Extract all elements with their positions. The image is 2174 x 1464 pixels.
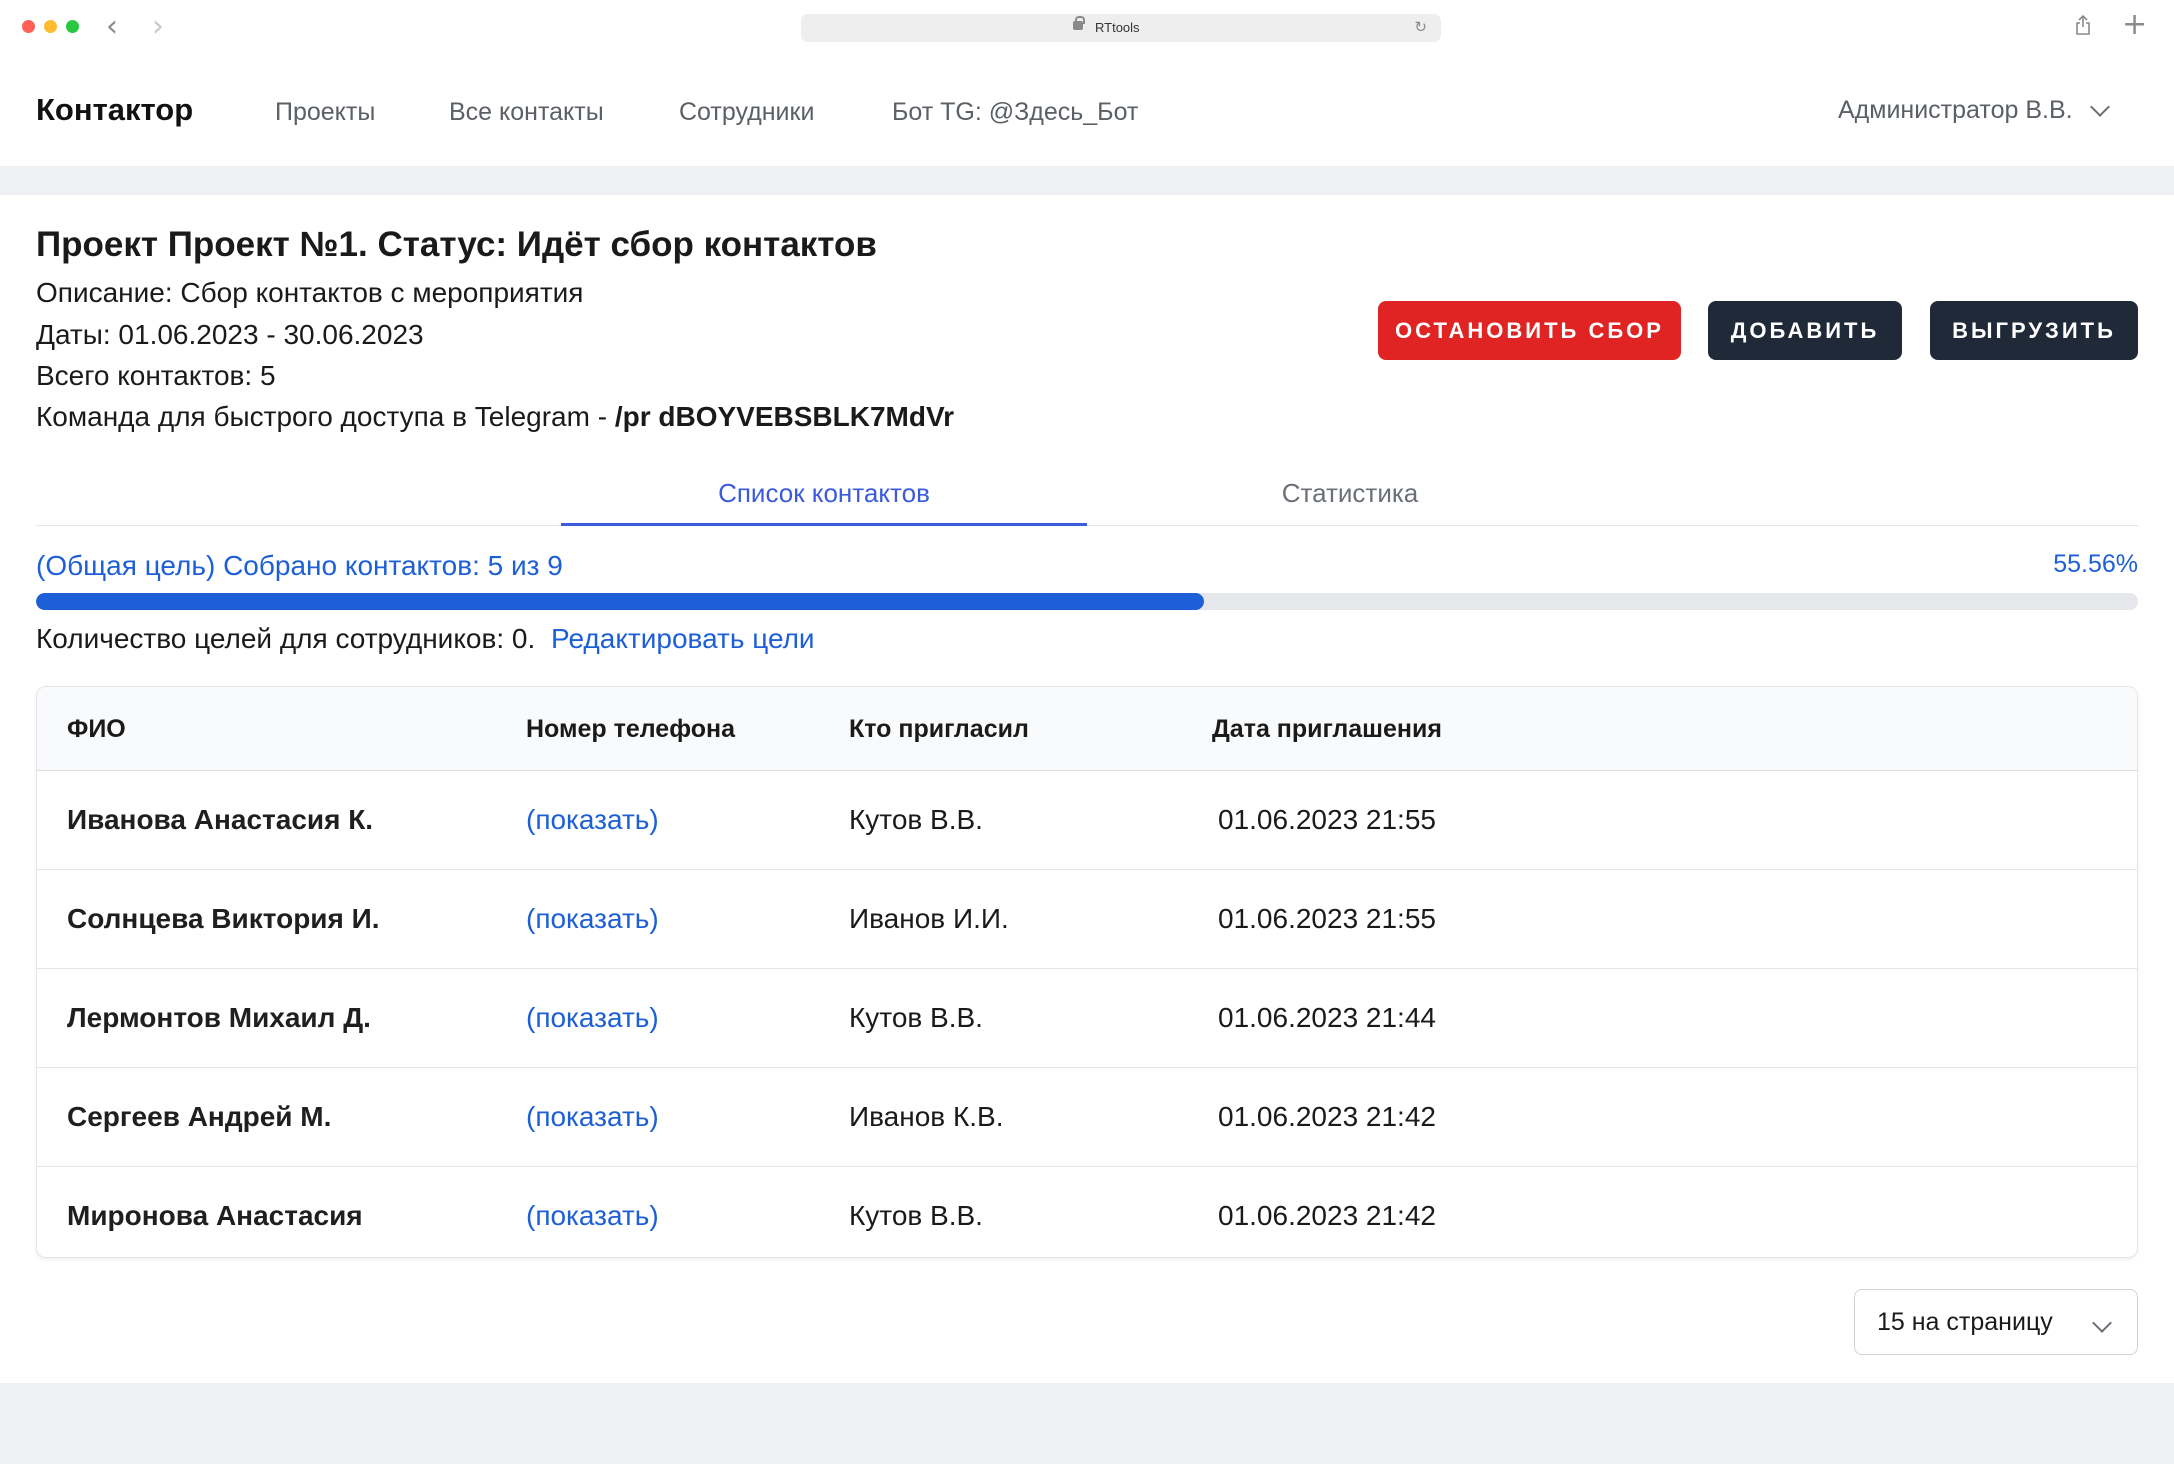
telegram-command-label: Команда для быстрого доступа в Telegram …: [36, 401, 615, 432]
reload-icon[interactable]: ↻: [1414, 18, 1427, 36]
share-icon[interactable]: [2075, 14, 2091, 36]
tab-bar: Список контактов Статистика: [36, 470, 2138, 526]
nav-telegram-bot[interactable]: Бот TG: @Здесь_Бот: [892, 98, 1138, 127]
employee-goals-line: Количество целей для сотрудников: 0. Ред…: [36, 623, 815, 655]
table-row[interactable]: Иванова Анастасия К. (показать) Кутов В.…: [37, 772, 2137, 870]
per-page-value: 15 на страницу: [1877, 1307, 2053, 1336]
show-phone-link[interactable]: (показать): [526, 1200, 659, 1232]
column-header-name[interactable]: ФИО: [67, 715, 126, 744]
goal-progress-percent: 55.56%: [2053, 550, 2138, 578]
project-description: Описание: Сбор контактов с мероприятия: [36, 277, 584, 308]
stop-collection-button[interactable]: ОСТАНОВИТЬ СБОР: [1378, 301, 1681, 360]
telegram-command-line: Команда для быстрого доступа в Telegram …: [36, 401, 954, 433]
contact-date: 01.06.2023 21:55: [1218, 903, 1436, 934]
brand-logo[interactable]: Контактор: [36, 92, 193, 128]
app-header: Контактор Проекты Все контакты Сотрудник…: [0, 56, 2174, 166]
contact-name: Солнцева Виктория И.: [67, 903, 380, 934]
add-button[interactable]: ДОБАВИТЬ: [1708, 301, 1902, 360]
lock-icon: [1073, 16, 1085, 30]
new-tab-plus-icon[interactable]: +: [2122, 8, 2147, 42]
forward-arrow-icon[interactable]: ›: [152, 10, 164, 44]
export-button[interactable]: ВЫГРУЗИТЬ: [1930, 301, 2138, 360]
contact-inviter: Иванов И.И.: [849, 903, 1009, 934]
chevron-down-icon: [2089, 96, 2110, 117]
project-card: Проект Проект №1. Статус: Идёт сбор конт…: [0, 195, 2174, 1383]
nav-all-contacts[interactable]: Все контакты: [449, 98, 604, 127]
goal-progress-fill: [36, 593, 1204, 610]
contact-name: Лермонтов Михаил Д.: [67, 1002, 371, 1033]
zoom-window-button[interactable]: [66, 20, 79, 33]
per-page-select[interactable]: 15 на страницу: [1854, 1289, 2138, 1355]
contact-date: 01.06.2023 21:42: [1218, 1200, 1436, 1231]
nav-projects[interactable]: Проекты: [275, 98, 375, 127]
contact-date: 01.06.2023 21:44: [1218, 1002, 1436, 1033]
table-row[interactable]: Миронова Анастасия (показать) Кутов В.В.…: [37, 1168, 2137, 1257]
back-arrow-icon[interactable]: ‹: [106, 10, 118, 44]
nav-employees[interactable]: Сотрудники: [679, 98, 814, 127]
show-phone-link[interactable]: (показать): [526, 804, 659, 836]
edit-goals-link[interactable]: Редактировать цели: [551, 623, 815, 654]
address-bar[interactable]: RTtools ↻: [801, 14, 1441, 42]
contact-date: 01.06.2023 21:55: [1218, 804, 1436, 835]
table-row[interactable]: Солнцева Виктория И. (показать) Иванов И…: [37, 871, 2137, 969]
chevron-down-icon: [2092, 1313, 2112, 1333]
contact-date: 01.06.2023 21:42: [1218, 1101, 1436, 1132]
goal-progress-label: (Общая цель) Собрано контактов: 5 из 9: [36, 550, 563, 581]
column-header-inviter[interactable]: Кто пригласил: [849, 715, 1029, 744]
contact-inviter: Иванов К.В.: [849, 1101, 1004, 1132]
url-text: RTtools: [1095, 20, 1140, 35]
table-header: ФИО Номер телефона Кто пригласил Дата пр…: [37, 687, 2137, 771]
window-controls: [22, 20, 79, 33]
goal-progress-bar: [36, 593, 2138, 610]
minimize-window-button[interactable]: [44, 20, 57, 33]
browser-toolbar: ‹ › RTtools ↻ +: [0, 0, 2174, 56]
contact-name: Миронова Анастасия: [67, 1200, 363, 1231]
table-row[interactable]: Лермонтов Михаил Д. (показать) Кутов В.В…: [37, 970, 2137, 1068]
page-title: Проект Проект №1. Статус: Идёт сбор конт…: [36, 225, 877, 264]
project-dates: Даты: 01.06.2023 - 30.06.2023: [36, 319, 424, 350]
column-header-date[interactable]: Дата приглашения: [1212, 715, 1442, 744]
show-phone-link[interactable]: (показать): [526, 1101, 659, 1133]
project-total-contacts: Всего контактов: 5: [36, 360, 276, 391]
contact-inviter: Кутов В.В.: [849, 804, 983, 835]
user-name: Администратор В.В.: [1838, 96, 2073, 124]
column-header-phone[interactable]: Номер телефона: [526, 715, 735, 744]
tab-contacts-list[interactable]: Список контактов: [561, 470, 1087, 526]
close-window-button[interactable]: [22, 20, 35, 33]
employee-goals-text: Количество целей для сотрудников: 0.: [36, 623, 536, 654]
contact-inviter: Кутов В.В.: [849, 1002, 983, 1033]
contacts-table: ФИО Номер телефона Кто пригласил Дата пр…: [36, 686, 2138, 1258]
contact-name: Иванова Анастасия К.: [67, 804, 374, 835]
contact-name: Сергеев Андрей М.: [67, 1101, 332, 1132]
contact-inviter: Кутов В.В.: [849, 1200, 983, 1231]
show-phone-link[interactable]: (показать): [526, 1002, 659, 1034]
telegram-command: /pr dBOYVEBSBLK7MdVr: [614, 401, 954, 432]
user-menu[interactable]: Администратор В.В.: [1838, 96, 2110, 125]
table-row[interactable]: Сергеев Андрей М. (показать) Иванов К.В.…: [37, 1069, 2137, 1167]
tab-statistics[interactable]: Статистика: [1087, 470, 1613, 526]
show-phone-link[interactable]: (показать): [526, 903, 659, 935]
